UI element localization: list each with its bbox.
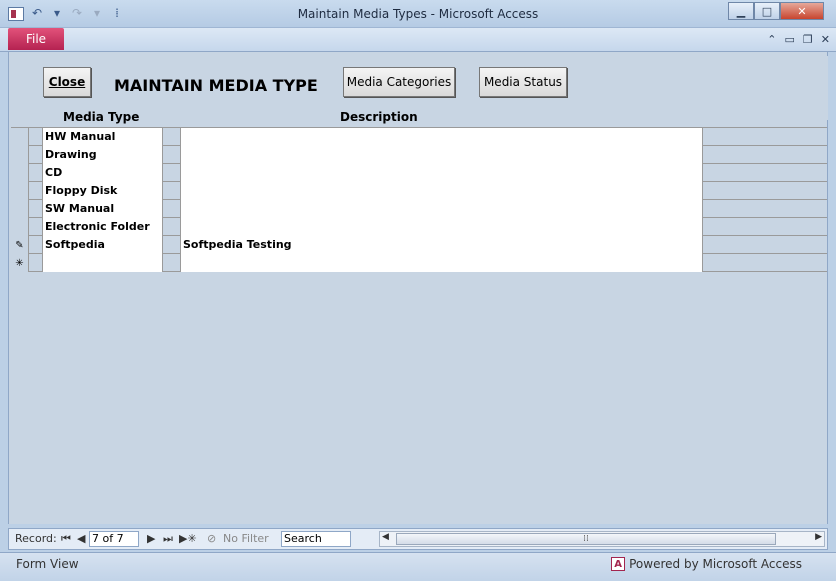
record-label: Record:: [15, 532, 57, 545]
media-status-button[interactable]: Media Status: [479, 67, 567, 97]
view-mode-label: Form View: [16, 557, 79, 571]
description-cell[interactable]: [181, 146, 703, 164]
scroll-left-icon[interactable]: ◀: [382, 532, 389, 542]
doc-restore-icon[interactable]: ❐: [803, 33, 813, 46]
new-record-row: ✳: [11, 254, 827, 272]
description-cell[interactable]: [181, 218, 703, 236]
close-button[interactable]: Close: [43, 67, 91, 97]
last-record-icon[interactable]: ⏭: [163, 532, 173, 546]
record-selector[interactable]: [11, 200, 29, 218]
table-row: ✎ Softpedia Softpedia Testing: [11, 236, 827, 254]
table-row: Electronic Folder: [11, 218, 827, 236]
description-cell[interactable]: [181, 128, 703, 146]
media-type-cell[interactable]: SW Manual: [43, 200, 163, 218]
ribbon-window-controls: ⌃ ▭ ❐ ✕: [767, 33, 830, 46]
window-controls: ▁ □ ✕: [728, 2, 824, 20]
edit-pencil-icon[interactable]: ✎: [11, 236, 29, 254]
media-type-cell[interactable]: Drawing: [43, 146, 163, 164]
record-selector[interactable]: [11, 164, 29, 182]
ribbon-minimize-icon[interactable]: ⌃: [767, 33, 776, 46]
media-categories-button[interactable]: Media Categories: [343, 67, 455, 97]
table-row: CD: [11, 164, 827, 182]
media-type-cell[interactable]: Softpedia: [43, 236, 163, 254]
media-type-cell[interactable]: Floppy Disk: [43, 182, 163, 200]
next-record-icon[interactable]: ▶: [147, 532, 155, 545]
status-bar: Form View A Powered by Microsoft Access: [0, 552, 836, 581]
doc-close-icon[interactable]: ✕: [821, 33, 830, 46]
description-cell[interactable]: [181, 254, 703, 272]
search-input[interactable]: Search: [281, 531, 351, 547]
doc-minimize-icon[interactable]: ▭: [785, 33, 795, 46]
new-record-nav-icon[interactable]: ▶✳: [179, 532, 197, 545]
media-type-cell[interactable]: [43, 254, 163, 272]
title-bar: ↶ ▾ ↷ ▾ ⁞ Maintain Media Types - Microso…: [0, 0, 836, 28]
close-icon[interactable]: ✕: [780, 2, 824, 20]
media-type-column-header: Media Type: [63, 110, 140, 124]
first-record-icon[interactable]: ⏮: [61, 532, 71, 546]
powered-by: A Powered by Microsoft Access: [611, 557, 802, 571]
description-cell[interactable]: Softpedia Testing: [181, 236, 703, 254]
maximize-icon[interactable]: □: [754, 2, 780, 20]
no-filter-label[interactable]: No Filter: [223, 532, 269, 545]
description-cell[interactable]: [181, 200, 703, 218]
description-cell[interactable]: [181, 182, 703, 200]
media-type-cell[interactable]: CD: [43, 164, 163, 182]
description-column-header: Description: [340, 110, 418, 124]
record-selector[interactable]: [11, 182, 29, 200]
description-cell[interactable]: [181, 164, 703, 182]
media-type-cell[interactable]: Electronic Folder: [43, 218, 163, 236]
new-record-icon[interactable]: ✳: [11, 254, 29, 272]
horizontal-scrollbar[interactable]: ◀ ⁞⁞ ▶: [379, 531, 825, 547]
table-row: Drawing: [11, 146, 827, 164]
ribbon: File ⌃ ▭ ❐ ✕: [0, 28, 836, 52]
powered-by-label: Powered by Microsoft Access: [629, 557, 802, 571]
current-record-field[interactable]: 7 of 7: [89, 531, 139, 547]
record-selector[interactable]: [11, 128, 29, 146]
file-tab[interactable]: File: [8, 28, 64, 50]
window-title: Maintain Media Types - Microsoft Access: [297, 7, 539, 21]
previous-record-icon[interactable]: ◀: [77, 532, 85, 545]
access-logo-icon: A: [611, 557, 626, 571]
minimize-icon[interactable]: ▁: [728, 2, 754, 20]
form-heading: MAINTAIN MEDIA TYPE: [114, 76, 318, 95]
media-type-cell[interactable]: HW Manual: [43, 128, 163, 146]
table-row: HW Manual: [11, 128, 827, 146]
table-row: Floppy Disk: [11, 182, 827, 200]
table-row: SW Manual: [11, 200, 827, 218]
record-navigation-bar: Record: ⏮ ◀ 7 of 7 ▶ ⏭ ▶✳ ⊘ No Filter Se…: [8, 528, 828, 550]
scrollbar-thumb[interactable]: ⁞⁞: [396, 533, 776, 545]
scroll-right-icon[interactable]: ▶: [815, 532, 822, 542]
record-selector[interactable]: [11, 218, 29, 236]
form-body: Close MAINTAIN MEDIA TYPE Media Categori…: [8, 52, 828, 524]
datasheet: HW Manual Drawing CD Floppy Disk SW Manu…: [11, 127, 827, 272]
no-filter-icon[interactable]: ⊘: [207, 532, 216, 545]
record-selector[interactable]: [11, 146, 29, 164]
